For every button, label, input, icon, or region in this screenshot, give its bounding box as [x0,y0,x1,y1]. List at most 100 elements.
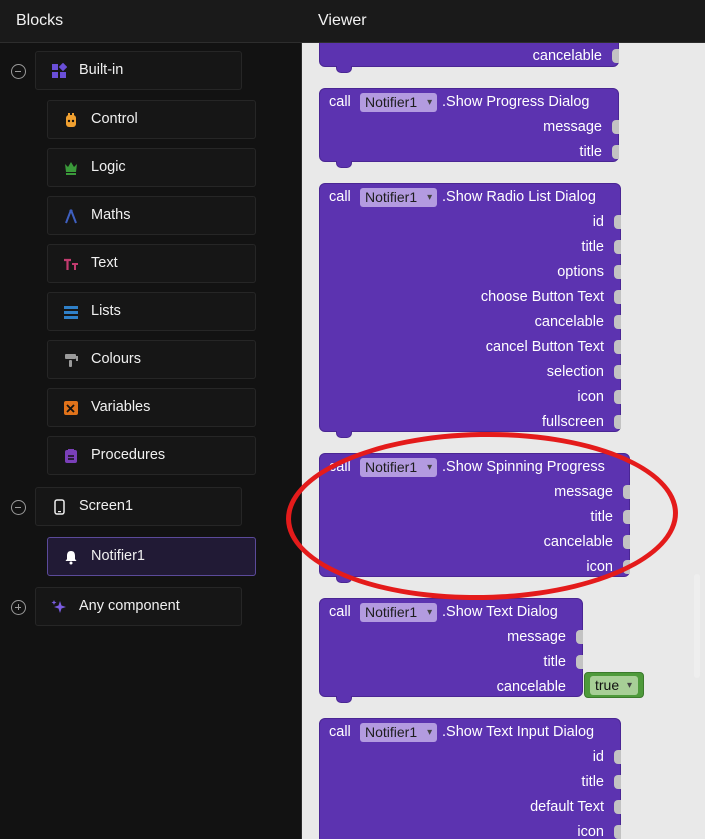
block-method-label: .Show Progress Dialog [442,94,590,110]
category-lists[interactable]: Lists [47,292,256,331]
component-notifier1[interactable]: Notifier1 [47,537,256,576]
param-socket[interactable] [614,825,621,839]
category-colours-label: Colours [91,351,141,367]
block-param: title [581,239,604,255]
block-notch [336,431,352,438]
block-param: id [592,749,604,765]
component-screen1-label: Screen1 [79,498,134,514]
category-procedures[interactable]: Procedures [47,436,256,475]
block-show-text-dialog[interactable]: call Notifier1 .Show Text Dialog message… [319,598,583,703]
block-param: cancelable [496,679,566,695]
category-text-label: Text [91,255,118,271]
block-notch [336,696,352,703]
block-param: selection [546,364,604,380]
collapse-builtin-toggle[interactable] [11,64,26,79]
category-any-component-label: Any component [79,598,180,614]
expand-any-component-toggle[interactable] [11,600,26,615]
category-builtin[interactable]: Built-in [35,51,242,90]
block-call-label: call [329,459,351,475]
blocks-header: Blocks [0,0,302,43]
param-socket[interactable] [614,415,621,429]
param-socket[interactable] [614,775,621,789]
param-socket[interactable] [614,800,621,814]
block-call-label: call [329,189,351,205]
category-maths[interactable]: Maths [47,196,256,235]
block-param: default Text [530,799,604,815]
blocks-panel: Blocks Built-in Control Logic Maths Text… [0,0,302,839]
block-param: icon [586,559,613,575]
category-lists-label: Lists [91,303,121,319]
block-param: message [554,484,613,500]
block-param: cancel Button Text [485,339,604,355]
category-colours[interactable]: Colours [47,340,256,379]
block-param: message [543,119,602,135]
param-socket[interactable] [614,315,621,329]
category-variables[interactable]: Variables [47,388,256,427]
param-socket[interactable] [576,655,583,669]
block-method-label: .Show Text Dialog [442,604,558,620]
block-param: cancelable [534,314,604,330]
block-call-label: call [329,604,351,620]
param-socket[interactable] [614,390,621,404]
param-socket[interactable] [623,535,630,549]
category-variables-label: Variables [91,399,151,415]
category-logic[interactable]: Logic [47,148,256,187]
variables-icon [64,401,78,415]
viewer-header: Viewer [302,0,705,43]
logic-true-block[interactable]: true [584,672,644,698]
collapse-screen1-toggle[interactable] [11,500,26,515]
block-show-progress-dialog[interactable]: call Notifier1 .Show Progress Dialog mes… [319,88,619,168]
param-socket[interactable] [614,265,621,279]
block-method-label: .Show Text Input Dialog [442,724,595,740]
component-dropdown[interactable]: Notifier1 [360,723,438,742]
param-socket[interactable] [614,215,621,229]
component-dropdown[interactable]: Notifier1 [360,458,438,477]
blocks-title: Blocks [16,12,64,29]
category-any-component[interactable]: Any component [35,587,242,626]
block-param: id [592,214,604,230]
true-dropdown[interactable]: true [590,676,638,695]
block-show-text-input-dialog[interactable]: call Notifier1 .Show Text Input Dialog i… [319,718,621,839]
param-socket[interactable] [614,240,621,254]
blocks-workspace[interactable]: cancelable call Notifier1 .Show Progress… [302,33,705,839]
component-dropdown[interactable]: Notifier1 [360,603,438,622]
block-param: title [543,654,566,670]
category-builtin-label: Built-in [79,62,124,78]
block-param: icon [577,389,604,405]
block-method-label: .Show Spinning Progress [442,459,605,475]
param-socket[interactable] [614,365,621,379]
block-param: choose Button Text [480,289,604,305]
category-control[interactable]: Control [47,100,256,139]
param-socket[interactable] [623,485,630,499]
block-show-spinning-progress[interactable]: call Notifier1 .Show Spinning Progress m… [319,453,630,583]
colours-icon [65,354,78,367]
param-socket[interactable] [576,630,583,644]
component-screen1[interactable]: Screen1 [35,487,242,526]
text-icon [64,258,78,270]
block-param: title [590,509,613,525]
param-socket[interactable] [614,750,621,764]
block-param: cancelable [532,48,602,64]
block-notch [336,161,352,168]
lists-icon [64,306,78,319]
param-socket[interactable] [623,510,630,524]
category-procedures-label: Procedures [91,447,166,463]
block-method-label: .Show Radio List Dialog [442,189,596,205]
viewer-panel: Viewer cancelable call Notifier1 .Show P… [302,0,705,839]
component-dropdown[interactable]: Notifier1 [360,93,438,112]
param-socket[interactable] [612,49,619,63]
block-show-radio-list-dialog[interactable]: call Notifier1 .Show Radio List Dialog i… [319,183,621,438]
category-text[interactable]: Text [47,244,256,283]
workspace-scrollbar[interactable] [694,574,700,678]
param-socket[interactable] [623,560,630,574]
param-socket[interactable] [614,290,621,304]
param-socket[interactable] [612,120,619,134]
param-socket[interactable] [614,340,621,354]
param-socket[interactable] [612,145,619,159]
category-logic-label: Logic [91,159,126,175]
builtin-icon [52,63,67,78]
block-param: icon [577,824,604,839]
sparkle-icon [51,600,66,613]
component-dropdown[interactable]: Notifier1 [360,188,438,207]
block-notch [336,66,352,73]
